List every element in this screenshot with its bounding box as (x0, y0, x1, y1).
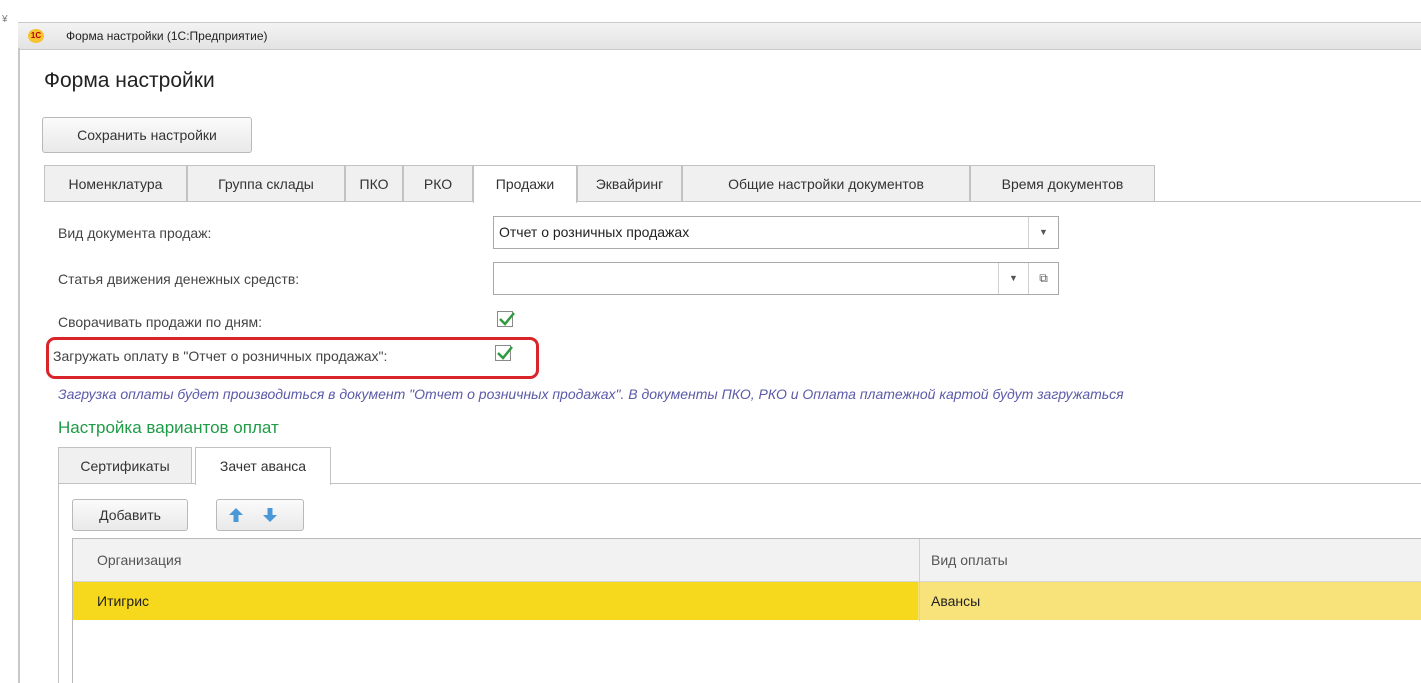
tabs-divider (44, 201, 1421, 202)
tab-certificates[interactable]: Сертификаты (58, 447, 192, 483)
collapse-sales-label: Сворачивать продажи по дням: (58, 314, 263, 330)
chevron-down-icon[interactable]: ▼ (1028, 217, 1058, 248)
tab-general-doc-settings[interactable]: Общие настройки документов (682, 165, 970, 201)
arrow-up-icon[interactable] (226, 505, 246, 525)
cell-organization[interactable]: Итигрис (97, 582, 149, 620)
cash-flow-item-label: Статья движения денежных средств: (58, 271, 300, 287)
arrow-down-icon[interactable] (260, 505, 280, 525)
move-buttons (216, 499, 304, 531)
chevron-down-icon[interactable]: ▼ (998, 263, 1028, 294)
tab-warehouse-group[interactable]: Группа склады (187, 165, 345, 201)
add-button[interactable]: Добавить (72, 499, 188, 531)
app-logo-icon: 1С (28, 29, 44, 43)
sales-doc-type-select[interactable]: Отчет о розничных продажах ▼ (493, 216, 1059, 249)
window-corner-mark: ¥ (2, 14, 8, 25)
collapse-sales-checkbox[interactable] (497, 311, 515, 327)
window-left-border (18, 48, 20, 683)
column-header-organization[interactable]: Организация (97, 539, 181, 581)
sales-doc-type-label: Вид документа продаж: (58, 225, 212, 241)
row-selected-cell (73, 582, 918, 620)
load-payment-label: Загружать оплату в "Отчет о розничных пр… (53, 348, 388, 364)
payment-section-title: Настройка вариантов оплат (58, 418, 279, 437)
tab-pko[interactable]: ПКО (345, 165, 403, 201)
tab-document-time[interactable]: Время документов (970, 165, 1155, 201)
payment-table: Организация Вид оплаты Итигрис Авансы (72, 538, 1421, 683)
tab-acquiring[interactable]: Эквайринг (577, 165, 682, 201)
tab-sales[interactable]: Продажи (473, 165, 577, 203)
page-title: Форма настройки (44, 69, 215, 92)
open-item-icon[interactable]: ⧉ (1028, 263, 1058, 294)
table-row[interactable]: Итигрис Авансы (73, 582, 1421, 620)
column-divider (919, 539, 920, 621)
load-payment-checkbox[interactable] (495, 345, 513, 361)
save-settings-button[interactable]: Сохранить настройки (42, 117, 252, 153)
tab-nomenclature[interactable]: Номенклатура (44, 165, 187, 201)
checkmark-icon (499, 312, 515, 326)
checkmark-icon (497, 346, 513, 360)
tab-advance-offset[interactable]: Зачет аванса (195, 447, 331, 485)
column-header-payment-type[interactable]: Вид оплаты (931, 539, 1008, 581)
cell-payment-type[interactable]: Авансы (931, 582, 980, 620)
load-payment-hint: Загрузка оплаты будет производиться в до… (58, 386, 1124, 402)
tab-rko[interactable]: РКО (403, 165, 473, 201)
table-header: Организация Вид оплаты (73, 539, 1421, 582)
window-titlebar: 1С Форма настройки (1С:Предприятие) (18, 22, 1421, 50)
window-title: Форма настройки (1С:Предприятие) (66, 29, 268, 43)
sales-doc-type-value: Отчет о розничных продажах (499, 224, 690, 240)
cash-flow-item-select[interactable]: ▼ ⧉ (493, 262, 1059, 295)
